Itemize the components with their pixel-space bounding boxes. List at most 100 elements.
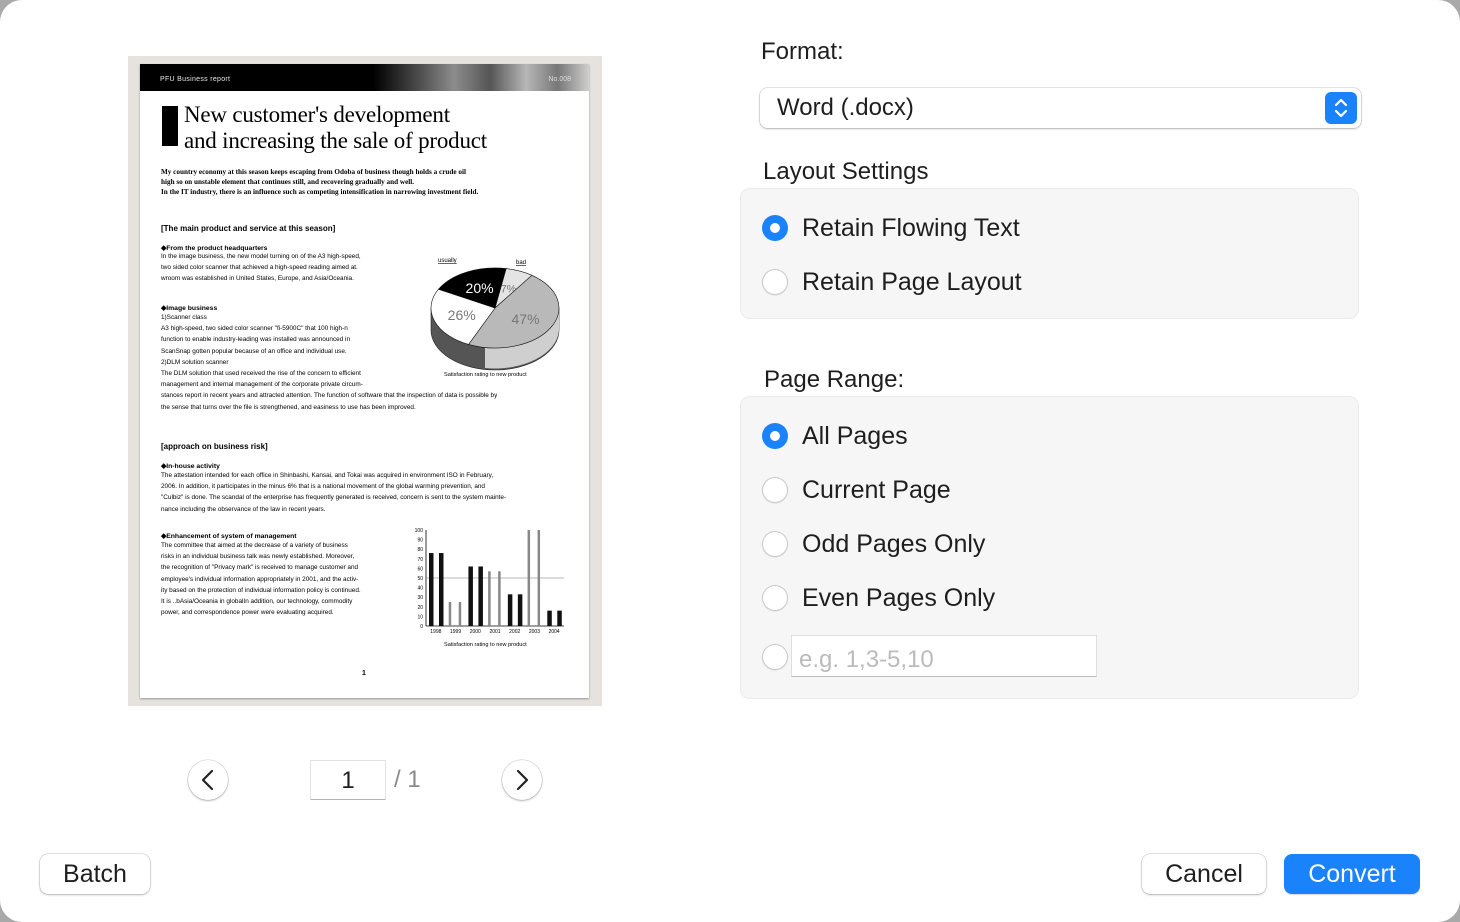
document-page: PFU Business report No.008 New customer'… bbox=[140, 64, 589, 698]
pie-value-label: 26% bbox=[448, 307, 476, 323]
format-select[interactable]: Word (.docx) bbox=[760, 88, 1361, 128]
convert-button[interactable]: Convert bbox=[1284, 854, 1420, 894]
radio-label: Retain Flowing Text bbox=[802, 213, 1020, 242]
text-line: the sense that turns over the file is st… bbox=[161, 403, 416, 411]
header-brand: PFU Business report bbox=[160, 76, 231, 83]
text-line: the recognition of "Privacy mark" is rec… bbox=[161, 564, 359, 572]
page-range-group: All Pages Current Page Odd Pages Only Ev… bbox=[740, 396, 1359, 699]
text-line: The DLM solution that used received the … bbox=[161, 370, 361, 378]
x-tick-label: 2000 bbox=[470, 629, 481, 635]
lead-paragraph: My country economy at this season keeps … bbox=[161, 167, 581, 197]
y-tick-label: 80 bbox=[417, 547, 423, 553]
radio-current-page[interactable]: Current Page bbox=[762, 473, 951, 507]
bar bbox=[507, 594, 513, 626]
text-line: risks in an individual business talk was… bbox=[161, 553, 355, 561]
text-line: 2006. In addition, it participates in th… bbox=[161, 483, 485, 491]
bar bbox=[448, 602, 452, 626]
page-preview: PFU Business report No.008 New customer'… bbox=[128, 56, 602, 706]
y-tick-label: 70 bbox=[417, 557, 423, 563]
custom-range-input[interactable] bbox=[791, 635, 1097, 677]
text-line: nance including the observance of the la… bbox=[161, 505, 326, 513]
text-line: It is ..bAsia/Oceania in globalIn additi… bbox=[161, 598, 353, 606]
bar bbox=[458, 602, 462, 626]
text-line: ScanSnap gotten popular because of an of… bbox=[161, 347, 347, 355]
y-tick-label: 10 bbox=[417, 614, 423, 620]
pie-callout-label: bad bbox=[516, 260, 526, 266]
convert-dialog: PFU Business report No.008 New customer'… bbox=[0, 0, 1460, 922]
layout-settings-label: Layout Settings bbox=[763, 158, 929, 185]
text-line: power, and correspondence power were eva… bbox=[161, 609, 334, 617]
radio-even-pages[interactable]: Even Pages Only bbox=[762, 581, 995, 615]
body-paragraph: The attestation intended for each office… bbox=[161, 470, 581, 515]
x-tick-label: 1999 bbox=[450, 629, 461, 635]
section-heading: [approach on business risk] bbox=[161, 442, 268, 451]
bar-caption: Satisfaction rating to new product bbox=[444, 642, 527, 648]
bar bbox=[429, 553, 434, 626]
radio-button[interactable] bbox=[762, 215, 788, 241]
header-issue: No.008 bbox=[548, 76, 571, 83]
radio-label: Retain Page Layout bbox=[802, 267, 1022, 296]
text-line: management and internal management of th… bbox=[161, 381, 363, 389]
radio-button[interactable] bbox=[762, 269, 788, 295]
format-label: Format: bbox=[761, 38, 844, 65]
chevron-left-icon bbox=[201, 769, 214, 791]
x-tick-label: 2003 bbox=[529, 629, 540, 635]
text-line: A3 high-speed, two sided color scanner "… bbox=[161, 325, 348, 333]
y-tick-label: 90 bbox=[417, 538, 423, 544]
bar bbox=[498, 571, 501, 626]
radio-retain-page-layout[interactable]: Retain Page Layout bbox=[762, 265, 1022, 299]
batch-button[interactable]: Batch bbox=[40, 854, 150, 894]
radio-custom-range[interactable] bbox=[762, 640, 788, 674]
bar bbox=[557, 610, 562, 626]
y-tick-label: 100 bbox=[415, 528, 424, 534]
y-tick-label: 60 bbox=[417, 566, 423, 572]
radio-all-pages[interactable]: All Pages bbox=[762, 419, 908, 453]
bar bbox=[478, 566, 483, 626]
pie-value-label: 47% bbox=[512, 311, 540, 327]
document-title: New customer's development and increasin… bbox=[184, 102, 487, 154]
bar bbox=[517, 594, 523, 626]
subsection-heading: ◆Enhancement of system of management bbox=[161, 533, 297, 540]
text-line: wroom was established in United States, … bbox=[161, 275, 354, 283]
subsection-heading: ◆Image business bbox=[161, 305, 218, 312]
bar-chart-svg: 0 10 20 30 40 50 60 70 80 90 100 1998 1999 2000 2001 20… bbox=[415, 528, 564, 635]
bar bbox=[547, 610, 552, 626]
text-line: "Culbiz" is done. The scandal of the ent… bbox=[161, 494, 507, 502]
radio-odd-pages[interactable]: Odd Pages Only bbox=[762, 527, 985, 561]
y-tick-label: 50 bbox=[417, 576, 423, 582]
y-tick-label: 0 bbox=[420, 624, 423, 630]
x-tick-label: 2001 bbox=[489, 629, 500, 635]
title-marker bbox=[162, 106, 178, 146]
radio-button[interactable] bbox=[762, 585, 788, 611]
bar bbox=[488, 571, 491, 626]
radio-retain-flowing-text[interactable]: Retain Flowing Text bbox=[762, 211, 1020, 245]
radio-button[interactable] bbox=[762, 531, 788, 557]
text-line: In the image business, the new model tur… bbox=[161, 253, 361, 260]
text-line: employee's individual information approp… bbox=[161, 575, 359, 583]
body-paragraph: The committee that aimed at the decrease… bbox=[161, 540, 401, 618]
cancel-button[interactable]: Cancel bbox=[1142, 854, 1266, 894]
bar-chart: 0 10 20 30 40 50 60 70 80 90 100 1998 1999 2000 2001 20… bbox=[408, 526, 568, 656]
page-range-label: Page Range: bbox=[764, 366, 905, 393]
bar bbox=[439, 553, 444, 626]
radio-button[interactable] bbox=[762, 644, 788, 670]
section-heading: [The main product and service at this se… bbox=[161, 224, 336, 233]
pie-chart-svg: 7%47%26%20%usually bad bbox=[430, 258, 560, 371]
current-page-input[interactable]: 1 bbox=[310, 760, 386, 800]
text-line: The committee that aimed at the decrease… bbox=[161, 542, 348, 549]
text-line: stances report in recent years and attra… bbox=[161, 392, 498, 400]
updown-chevron-icon[interactable] bbox=[1325, 92, 1357, 124]
bar bbox=[527, 530, 531, 626]
radio-button[interactable] bbox=[762, 423, 788, 449]
x-tick-label: 2002 bbox=[509, 629, 520, 635]
y-tick-label: 20 bbox=[417, 605, 423, 611]
next-page-button[interactable] bbox=[502, 760, 542, 800]
lead-line: high so on unstable element that continu… bbox=[161, 178, 415, 186]
radio-button[interactable] bbox=[762, 477, 788, 503]
x-tick-label: 2004 bbox=[549, 629, 560, 635]
layout-settings-group: Retain Flowing Text Retain Page Layout bbox=[740, 188, 1359, 319]
previous-page-button[interactable] bbox=[188, 760, 228, 800]
radio-label: Even Pages Only bbox=[802, 583, 996, 612]
page-number: 1 bbox=[362, 670, 366, 677]
text-line: The attestation intended for each office… bbox=[161, 472, 494, 479]
